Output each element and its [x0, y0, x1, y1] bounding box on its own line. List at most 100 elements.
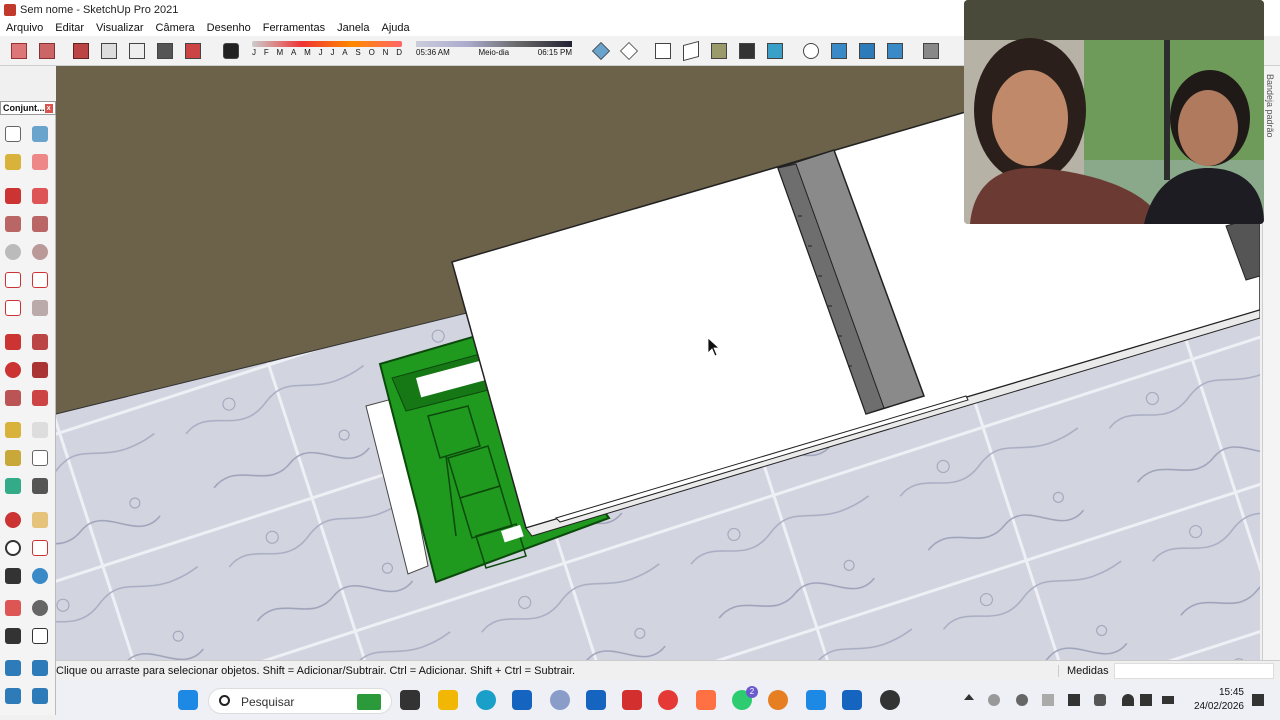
walk-tool-icon[interactable] [2, 625, 24, 647]
menu-janela[interactable]: Janela [331, 22, 375, 34]
front-view-icon[interactable] [652, 40, 674, 62]
section-plane-icon[interactable] [828, 40, 850, 62]
orbit-tool-icon[interactable] [2, 509, 24, 531]
taskbar-search[interactable]: Pesquisar [208, 688, 392, 714]
sandbox-icon[interactable] [2, 657, 24, 679]
system-clock[interactable]: 15:45 24/02/2026 [1194, 686, 1244, 714]
onedrive-icon[interactable] [1016, 694, 1028, 706]
three-point-arc-icon[interactable] [2, 297, 24, 319]
scale-tool-icon[interactable] [2, 387, 24, 409]
app-tray-icon[interactable] [1068, 694, 1080, 706]
freehand-tool-icon[interactable] [29, 185, 51, 207]
obs-icon[interactable] [880, 690, 900, 710]
offset-tool-icon[interactable] [29, 387, 51, 409]
palette-close-button[interactable]: x [44, 103, 53, 113]
menu-arquivo[interactable]: Arquivo [0, 22, 49, 34]
rectangle-tool-icon[interactable] [2, 213, 24, 235]
measures-input[interactable] [1114, 662, 1274, 679]
protractor-icon[interactable] [2, 447, 24, 469]
section-plane-tool-icon[interactable] [29, 625, 51, 647]
wireframe-icon[interactable] [154, 40, 176, 62]
shaded-icon[interactable] [182, 40, 204, 62]
move-tool-icon[interactable] [2, 331, 24, 353]
move-axes-icon[interactable] [800, 40, 822, 62]
push-pull-icon[interactable] [29, 331, 51, 353]
iso-view-icon[interactable] [590, 40, 612, 62]
backedges-icon[interactable] [126, 40, 148, 62]
rotate-tool-icon[interactable] [2, 359, 24, 381]
section-cuts-icon[interactable] [884, 40, 906, 62]
chevron-up-icon[interactable] [964, 694, 974, 700]
mail-icon[interactable] [586, 690, 606, 710]
speaker-icon[interactable] [1140, 694, 1152, 706]
app-r-icon[interactable] [550, 690, 570, 710]
smoove-icon[interactable] [2, 685, 24, 707]
notification-icon[interactable] [1252, 694, 1264, 706]
menu-editar[interactable]: Editar [49, 22, 90, 34]
default-tray-strip[interactable]: Bandeja padrão [1262, 66, 1280, 660]
shadows-toggle-icon[interactable] [220, 40, 242, 62]
firefox-icon[interactable] [768, 690, 788, 710]
menu-ajuda[interactable]: Ajuda [376, 22, 416, 34]
menu-desenho[interactable]: Desenho [201, 22, 257, 34]
store-icon[interactable] [512, 690, 532, 710]
battery-icon[interactable] [1162, 696, 1174, 704]
warehouse-icon[interactable] [920, 40, 942, 62]
sandbox-scratch-icon[interactable] [29, 657, 51, 679]
cloud-icon[interactable] [988, 694, 1000, 706]
shadow-date-slider[interactable]: J F M A M J J A S O N D [252, 41, 402, 61]
zoom-window-icon[interactable] [29, 537, 51, 559]
top-view-icon[interactable] [618, 40, 640, 62]
material-icon[interactable] [8, 40, 30, 62]
wifi-icon[interactable] [1122, 694, 1134, 706]
pie-tool-icon[interactable] [29, 297, 51, 319]
security-icon[interactable] [806, 690, 826, 710]
month-label: A [342, 48, 348, 57]
rotated-rectangle-icon[interactable] [29, 213, 51, 235]
wps-office-icon[interactable] [622, 690, 642, 710]
text-tool-icon[interactable] [29, 447, 51, 469]
axes-tool-icon[interactable] [2, 475, 24, 497]
circle-tool-icon[interactable] [2, 241, 24, 263]
style-icon[interactable] [70, 40, 92, 62]
tape-measure-icon[interactable] [2, 419, 24, 441]
back-view-icon[interactable] [708, 40, 730, 62]
look-around-icon[interactable] [29, 597, 51, 619]
paint-bucket-icon[interactable] [2, 151, 24, 173]
texture-icon[interactable] [36, 40, 58, 62]
arc-tool-icon[interactable] [2, 269, 24, 291]
file-explorer-icon[interactable] [438, 690, 458, 710]
sketchup-taskbar-icon[interactable] [842, 690, 862, 710]
settings-tray-icon[interactable] [1042, 694, 1054, 706]
shadow-time-slider[interactable]: 05:36 AM Meio-dia 06:15 PM [416, 41, 572, 61]
xray-icon[interactable] [98, 40, 120, 62]
menu-camera[interactable]: Câmera [150, 22, 201, 34]
section-fill-icon[interactable] [856, 40, 878, 62]
stamp-icon[interactable] [29, 685, 51, 707]
dimension-tool-icon[interactable] [29, 419, 51, 441]
zoom-tool-icon[interactable] [2, 537, 24, 559]
polygon-tool-icon[interactable] [29, 241, 51, 263]
two-point-arc-icon[interactable] [29, 269, 51, 291]
menu-ferramentas[interactable]: Ferramentas [257, 22, 331, 34]
right-view-icon[interactable] [680, 40, 702, 62]
chrome-icon[interactable] [658, 690, 678, 710]
task-view-icon[interactable] [400, 690, 420, 710]
microphone-icon[interactable] [1094, 694, 1106, 706]
menu-visualizar[interactable]: Visualizar [90, 22, 150, 34]
bottom-view-icon[interactable] [764, 40, 786, 62]
component-tool-icon[interactable] [29, 123, 51, 145]
edge-icon[interactable] [476, 690, 496, 710]
line-tool-icon[interactable] [2, 185, 24, 207]
copilot-icon[interactable] [696, 690, 716, 710]
left-view-icon[interactable] [736, 40, 758, 62]
previous-view-icon[interactable] [29, 565, 51, 587]
follow-me-icon[interactable] [29, 359, 51, 381]
zoom-extents-icon[interactable] [2, 565, 24, 587]
3d-text-icon[interactable] [29, 475, 51, 497]
pan-tool-icon[interactable] [29, 509, 51, 531]
select-tool-icon[interactable] [2, 123, 24, 145]
position-camera-icon[interactable] [2, 597, 24, 619]
eraser-icon[interactable] [29, 151, 51, 173]
start-button-icon[interactable] [178, 690, 198, 710]
